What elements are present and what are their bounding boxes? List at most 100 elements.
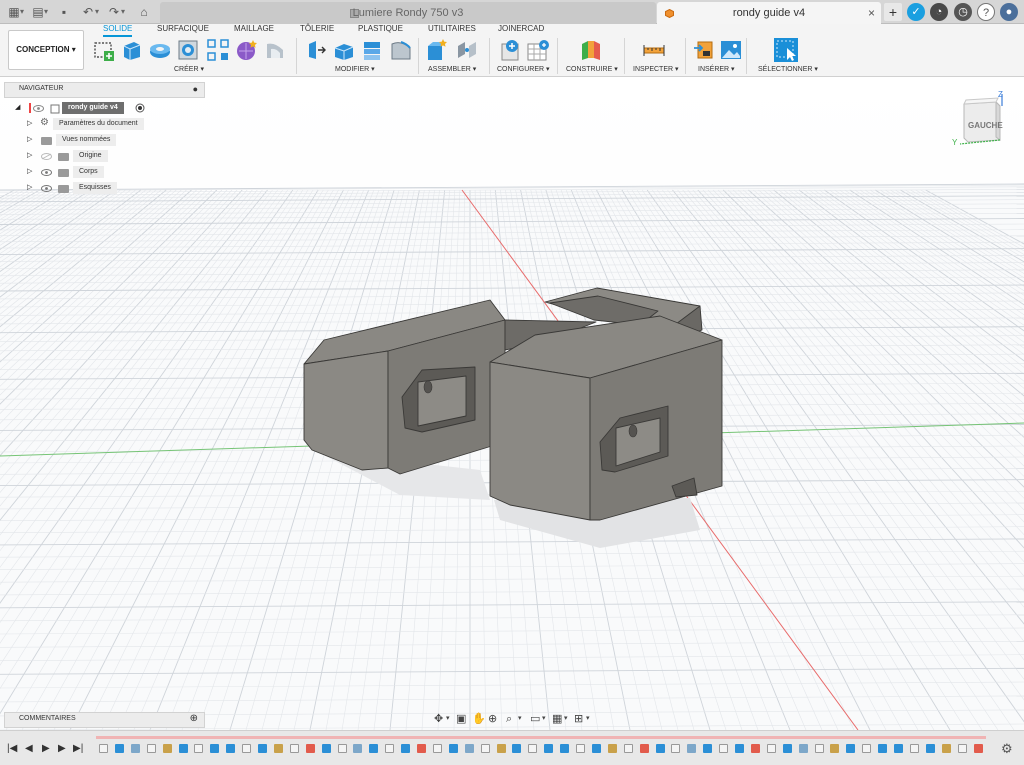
part-hole[interactable]	[628, 424, 638, 438]
timeline-feature-icon[interactable]	[289, 744, 299, 753]
timeline-feature-icon[interactable]	[878, 744, 888, 753]
timeline-feature-icon[interactable]	[560, 744, 570, 753]
activate-radio-icon[interactable]	[135, 103, 145, 113]
close-icon[interactable]: ×	[868, 2, 875, 24]
timeline-feature-icon[interactable]	[162, 744, 172, 753]
timeline-next-button[interactable]: ▶	[58, 743, 66, 755]
new-tab-icon[interactable]: +	[884, 3, 902, 21]
pan-hand-icon[interactable]: ✋	[472, 712, 486, 726]
chevron-down-icon[interactable]: ▾	[95, 4, 99, 20]
create-sketch-icon[interactable]	[92, 38, 116, 62]
document-tab-lumiere[interactable]: Lumiere Rondy 750 v3	[160, 2, 656, 24]
timeline-first-button[interactable]: |◀	[7, 743, 17, 755]
timeline-feature-icon[interactable]	[496, 744, 506, 753]
timeline-feature-icon[interactable]	[909, 744, 919, 753]
collapse-triangle-icon[interactable]: ◢	[15, 103, 20, 111]
timeline-feature-icon[interactable]	[925, 744, 935, 753]
chevron-down-icon[interactable]: ▾	[542, 712, 546, 726]
visibility-eye-icon[interactable]	[33, 105, 44, 112]
timeline-feature-icon[interactable]	[432, 744, 442, 753]
comments-panel-header[interactable]: COMMENTAIRES ⊕	[4, 712, 205, 728]
timeline-feature-icon[interactable]	[639, 744, 649, 753]
form-icon[interactable]	[235, 38, 259, 62]
pattern-icon[interactable]	[206, 38, 230, 62]
help-icon[interactable]: ?	[977, 3, 995, 21]
timeline-previous-button[interactable]: ◀	[25, 743, 33, 755]
3d-viewport[interactable]	[0, 77, 1024, 730]
timeline-feature-icon[interactable]	[782, 744, 792, 753]
timeline-feature-icon[interactable]	[99, 744, 108, 753]
tab-utilitaires[interactable]: UTILITAIRES	[428, 24, 476, 34]
chevron-down-icon[interactable]: ▾	[121, 4, 125, 20]
timeline-track[interactable]	[96, 736, 986, 739]
part-face-right-end[interactable]	[489, 361, 591, 521]
chevron-down-icon[interactable]: ▾	[446, 712, 450, 726]
extensions-icon[interactable]: ✓	[907, 3, 925, 21]
timeline-feature-icon[interactable]	[369, 744, 379, 753]
press-pull-icon[interactable]	[304, 38, 328, 62]
timeline-feature-icon[interactable]	[703, 744, 713, 753]
expand-triangle-icon[interactable]: ▷	[27, 119, 32, 127]
timeline-feature-icon[interactable]	[417, 744, 426, 753]
nav-item-bodies[interactable]: Corps	[73, 166, 104, 178]
insert-canvas-icon[interactable]	[719, 38, 743, 62]
timeline-feature-icon[interactable]	[607, 744, 617, 753]
timeline-feature-icon[interactable]	[226, 744, 236, 753]
timeline-feature-icon[interactable]	[401, 744, 411, 753]
timeline-feature-icon[interactable]	[735, 744, 744, 753]
group-assembler[interactable]: ASSEMBLER ▾	[428, 65, 476, 75]
navigator-panel-header[interactable]: NAVIGATEUR ●	[4, 82, 205, 98]
document-tab-rondy-guide[interactable]: rondy guide v4 ×	[657, 2, 881, 24]
chevron-down-icon[interactable]: ▾	[586, 712, 590, 726]
timeline-feature-icon[interactable]	[591, 744, 601, 753]
part-hole[interactable]	[423, 380, 433, 394]
timeline-feature-icon[interactable]	[957, 744, 967, 753]
configure-icon[interactable]	[498, 38, 522, 62]
timeline-feature-icon[interactable]	[862, 744, 872, 753]
timeline-feature-icon[interactable]	[766, 744, 776, 753]
select-icon[interactable]	[773, 37, 799, 63]
timeline-feature-icon[interactable]	[973, 744, 983, 753]
fit-icon[interactable]: ⌕	[506, 712, 512, 726]
timeline-feature-icon[interactable]	[814, 744, 824, 753]
timeline-feature-icon[interactable]	[273, 744, 283, 753]
insert-derive-icon[interactable]	[692, 38, 716, 62]
timeline-feature-icon[interactable]	[528, 744, 538, 753]
nav-item-named-views[interactable]: Vues nommées	[56, 134, 117, 146]
timeline-play-button[interactable]: ▶	[42, 743, 50, 755]
timeline-feature-icon[interactable]	[385, 744, 395, 753]
configuration-table-icon[interactable]	[526, 38, 550, 62]
group-modifier[interactable]: MODIFIER ▾	[335, 65, 375, 75]
timeline-feature-icon[interactable]	[242, 744, 252, 753]
model-canvas[interactable]	[0, 77, 1024, 730]
chevron-down-icon[interactable]: ▾	[20, 4, 24, 20]
expand-triangle-icon[interactable]: ▷	[27, 151, 32, 159]
display-settings-icon[interactable]: ▭	[530, 712, 540, 726]
view-cube[interactable]: GAUCHE Z Y	[952, 90, 1016, 150]
timeline-feature-icon[interactable]	[671, 744, 681, 753]
timeline-last-button[interactable]: ▶|	[73, 743, 83, 755]
timeline-feature-icon[interactable]	[941, 744, 951, 753]
zoom-icon[interactable]: ⊕	[488, 712, 497, 726]
timeline-feature-icon[interactable]	[544, 744, 554, 753]
root-component-label[interactable]: rondy guide v4	[62, 102, 124, 114]
add-comment-icon[interactable]: ⊕	[190, 713, 198, 724]
timeline-feature-icon[interactable]	[448, 744, 458, 753]
timeline-feature-icon[interactable]	[194, 744, 204, 753]
joint-icon[interactable]	[455, 38, 479, 62]
timeline-feature-icon[interactable]	[798, 744, 808, 753]
orbit-icon[interactable]: ✥	[434, 712, 443, 726]
shell-icon[interactable]	[360, 38, 384, 62]
revolve-icon[interactable]	[148, 38, 172, 62]
grid-settings-icon[interactable]: ▦	[552, 712, 562, 726]
visibility-eye-icon[interactable]	[41, 169, 52, 176]
timeline-feature-icon[interactable]	[321, 744, 331, 753]
nav-item-document-settings[interactable]: Paramètres du document	[53, 118, 144, 130]
expand-triangle-icon[interactable]: ▷	[27, 183, 32, 191]
nav-item-origin[interactable]: Origine	[73, 150, 108, 162]
group-configurer[interactable]: CONFIGURER ▾	[497, 65, 550, 75]
collapse-icon[interactable]: ●	[193, 84, 198, 94]
redo-icon[interactable]: ↷	[106, 4, 122, 20]
timeline-feature-icon[interactable]	[480, 744, 490, 753]
visibility-eye-icon[interactable]	[41, 185, 52, 192]
